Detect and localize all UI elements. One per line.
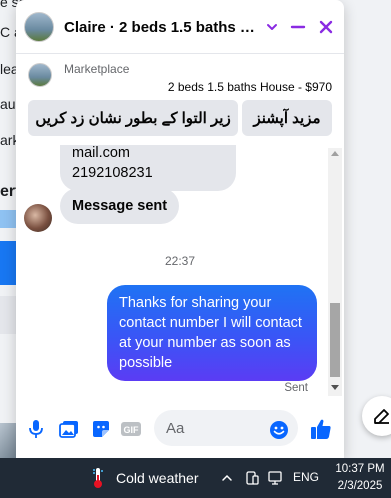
incoming-message: Message sent xyxy=(60,188,180,224)
voice-clip-button[interactable] xyxy=(25,418,47,440)
scroll-down-arrow[interactable] xyxy=(331,385,339,390)
chat-header: Claire · 2 beds 1.5 baths H... xyxy=(16,0,344,54)
tray-app-button[interactable] xyxy=(243,469,261,487)
chat-title[interactable]: Claire · 2 beds 1.5 baths H... xyxy=(64,19,260,36)
minimize-icon xyxy=(290,25,306,29)
weather-widget[interactable]: Cold weather xyxy=(90,468,199,488)
clock-date: 2/3/2025 xyxy=(337,480,383,492)
emoji-icon xyxy=(270,421,288,439)
message-list: mail.com 2192108231 Message sent 22:37 T… xyxy=(16,145,344,395)
outgoing-message: Thanks for sharing your contact number I… xyxy=(107,285,317,381)
thumbs-up-icon xyxy=(311,419,331,439)
gif-icon: GIF xyxy=(121,422,141,436)
background-right-area xyxy=(343,0,391,458)
attach-photo-button[interactable] xyxy=(58,418,80,440)
chevron-up-icon xyxy=(222,474,232,481)
listing-thumbnail xyxy=(28,63,52,87)
weather-text: Cold weather xyxy=(116,470,199,486)
message-scrollbar[interactable] xyxy=(328,148,342,396)
close-button[interactable] xyxy=(314,15,338,39)
listing-summary: 2 beds 1.5 baths House - $970 xyxy=(167,80,332,94)
incoming-message: mail.com 2192108231 xyxy=(60,145,236,191)
thermometer-icon xyxy=(93,468,103,488)
chevron-down-icon xyxy=(267,24,277,30)
sticker-button[interactable] xyxy=(90,418,112,440)
microphone-icon xyxy=(29,420,43,438)
send-like-button[interactable] xyxy=(310,418,332,440)
emoji-button[interactable] xyxy=(268,419,290,441)
network-icon xyxy=(268,471,282,485)
message-text: mail.com xyxy=(72,145,131,161)
marketplace-listing-bar[interactable]: Marketplace 2 beds 1.5 baths House - $97… xyxy=(16,55,344,97)
system-clock[interactable]: 10:37 PM 2/3/2025 xyxy=(332,461,388,495)
message-text: 2192108231 xyxy=(72,165,153,181)
scroll-up-arrow[interactable] xyxy=(331,151,339,156)
sent-status: Sent xyxy=(284,382,308,394)
minimize-button[interactable] xyxy=(286,15,310,39)
network-button[interactable] xyxy=(266,469,284,487)
time-separator: 22:37 xyxy=(164,254,196,268)
phone-link-icon xyxy=(246,471,259,485)
chat-options-button[interactable] xyxy=(260,15,284,39)
gif-button[interactable]: GIF xyxy=(120,418,142,440)
close-icon xyxy=(319,20,333,34)
message-composer: GIF xyxy=(16,402,344,454)
compose-icon xyxy=(374,409,389,424)
chat-window: Claire · 2 beds 1.5 baths H... Marketpla… xyxy=(16,0,344,458)
more-options-button[interactable]: مزید آپشنز xyxy=(242,100,332,136)
mark-pending-button[interactable]: زیر التوا کے بطور نشان زد کریں xyxy=(28,100,238,136)
taskbar: Cold weather ENG 10:37 PM 2/3/2025 xyxy=(0,458,391,498)
svg-text:GIF: GIF xyxy=(124,425,140,435)
listing-actions: زیر التوا کے بطور نشان زد کریں مزید آپشن… xyxy=(16,100,344,138)
contact-avatar[interactable] xyxy=(24,204,52,232)
input-language-indicator[interactable]: ENG xyxy=(293,470,319,484)
show-hidden-icons-button[interactable] xyxy=(218,469,236,487)
scroll-thumb[interactable] xyxy=(330,303,340,377)
image-icon xyxy=(59,421,78,438)
clock-time: 10:37 PM xyxy=(335,463,385,475)
listing-avatar[interactable] xyxy=(24,12,54,42)
sticker-icon xyxy=(93,421,109,437)
marketplace-label: Marketplace xyxy=(64,62,130,76)
